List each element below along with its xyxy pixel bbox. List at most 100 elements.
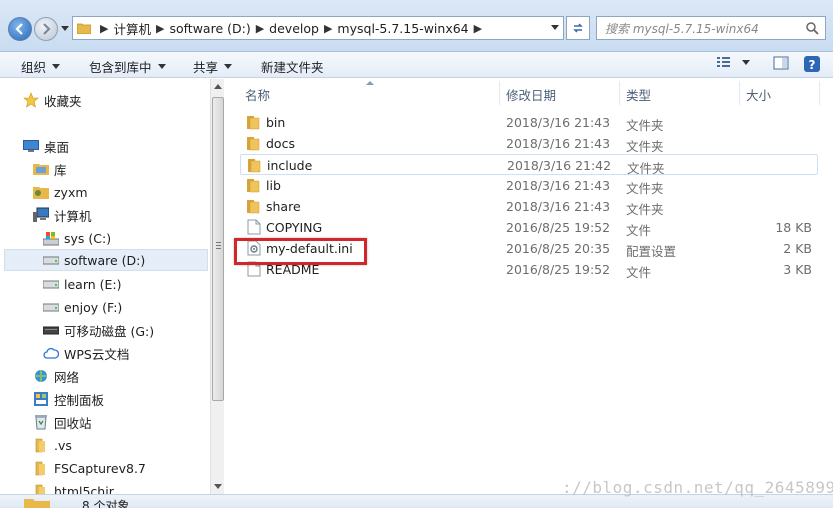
file-row-include[interactable]: include 2018/3/16 21:42 文件夹 [240,154,818,176]
nav-desktop[interactable]: 桌面 [22,135,69,157]
file-modified-date: 2018/3/16 21:43 [506,178,611,193]
nav-wps-cloud-label: WPS云文档 [64,346,130,362]
nav-wps-cloud[interactable]: WPS云文档 [42,342,129,364]
file-list: 名称 修改日期 类型 大小 bin 2018/3/16 21:43 文件夹 docs 2… [226,79,833,494]
nav-network[interactable]: 网络 [32,365,79,387]
control-panel-icon [32,391,50,407]
column-header-date[interactable]: 修改日期 [506,85,556,105]
status-item-count: 8 个对象 [82,499,130,508]
folder-icon [73,17,95,39]
address-field[interactable]: ▶ 计算机 ▶ software (D:) ▶ develop ▶ mysql-… [72,16,564,40]
file-type: 文件夹 [626,202,664,217]
nav-control-panel[interactable]: 控制面板 [32,388,104,410]
drive-icon [42,276,60,292]
chevron-right-icon[interactable]: ▶ [469,22,487,35]
include-in-library-button[interactable]: 包含到库中 [89,57,166,76]
sort-ascending-icon [366,81,374,85]
file-name[interactable]: share [266,199,301,214]
nav-drive-f[interactable]: enjoy (F:) [42,296,122,318]
file-row-share[interactable]: share 2018/3/16 21:43 文件夹 [240,196,818,217]
drive-icon [42,299,60,315]
column-divider[interactable] [819,81,820,105]
preview-pane-button[interactable] [773,55,789,71]
recent-pages-dropdown-icon[interactable] [61,26,69,31]
caret-down-icon [157,64,166,69]
navigation-scrollbar[interactable] [210,79,224,494]
view-options-button[interactable] [716,55,750,69]
organize-button[interactable]: 组织 [21,57,61,76]
file-size: 18 KB [775,220,812,235]
nav-drive-g[interactable]: 可移动磁盘 (G:) [42,319,154,341]
back-arrow-icon [15,23,23,35]
breadcrumb-mysql[interactable]: mysql-5.7.15-winx64 [337,21,468,36]
column-divider[interactable] [619,81,620,105]
column-divider[interactable] [499,81,500,105]
nav-drive-g-label: 可移动磁盘 (G:) [64,323,155,339]
column-header-name[interactable]: 名称 [245,85,270,105]
new-folder-button[interactable]: 新建文件夹 [261,57,324,76]
back-button[interactable] [8,17,32,41]
new-folder-label: 新建文件夹 [261,60,324,75]
navigation-pane: 收藏夹 桌面 库 zyxm 计算机 sys (C:) software (D:) [0,79,210,494]
recycle-bin-icon [32,414,50,430]
forward-button[interactable] [34,17,58,41]
nav-drive-c[interactable]: sys (C:) [42,227,111,249]
address-dropdown-icon[interactable] [551,25,559,30]
file-name[interactable]: lib [266,178,281,193]
column-divider[interactable] [739,81,740,105]
nav-computer[interactable]: 计算机 [32,204,92,226]
address-bar-row: ▶ 计算机 ▶ software (D:) ▶ develop ▶ mysql-… [0,0,833,52]
desktop-icon [22,138,40,154]
explorer-window: ▶ 计算机 ▶ software (D:) ▶ develop ▶ mysql-… [0,0,833,508]
share-button[interactable]: 共享 [193,57,233,76]
chevron-right-icon[interactable]: ▶ [251,22,269,35]
nav-recycle-bin[interactable]: 回收站 [32,411,92,433]
file-modified-date: 2016/8/25 19:52 [506,262,611,277]
nav-drive-c-label: sys (C:) [64,230,112,246]
file-modified-date: 2016/8/25 20:35 [506,241,611,256]
nav-libraries-label: 库 [54,162,67,178]
help-button[interactable]: ? [803,55,821,73]
search-input[interactable]: 搜索 mysql-5.7.15-winx64 [596,16,826,40]
watermark-text: ://blog.csdn.net/qq_26458993 [562,478,833,497]
file-name[interactable]: bin [266,115,285,130]
chevron-right-icon[interactable]: ▶ [151,22,169,35]
nav-favorites[interactable]: 收藏夹 [22,89,82,111]
file-row-docs[interactable]: docs 2018/3/16 21:43 文件夹 [240,133,818,154]
file-name[interactable]: include [267,158,312,173]
column-header-type[interactable]: 类型 [626,85,651,105]
scroll-down-icon[interactable] [214,484,222,489]
nav-user[interactable]: zyxm [32,181,88,203]
file-name[interactable]: docs [266,136,295,151]
nav-folder-vs[interactable]: .vs [32,434,72,456]
svg-text:?: ? [809,58,816,72]
chevron-right-icon[interactable]: ▶ [319,22,337,35]
folder-icon [32,437,50,453]
column-header-size[interactable]: 大小 [746,85,771,105]
chevron-right-icon[interactable]: ▶ [95,22,113,35]
library-icon [32,161,50,177]
nav-folder-fscapture[interactable]: FSCapturev8.7 [32,457,146,479]
scroll-up-icon[interactable] [214,84,222,89]
nav-libraries[interactable]: 库 [32,158,67,180]
folder-icon [32,483,50,494]
breadcrumb-drive-d[interactable]: software (D:) [169,21,250,36]
folder-icon [24,497,50,508]
breadcrumb-computer[interactable]: 计算机 [113,19,151,38]
file-row-copying[interactable]: COPYING 2016/8/25 19:52 文件 18 KB [240,217,818,238]
nav-folder-html5[interactable]: html5chir [32,480,114,494]
nav-drive-d[interactable]: software (D:) [4,249,208,271]
nav-drive-e[interactable]: learn (E:) [42,273,122,295]
file-row-lib[interactable]: lib 2018/3/16 21:43 文件夹 [240,175,818,196]
scrollbar-thumb[interactable] [212,97,224,401]
breadcrumb-develop[interactable]: develop [269,21,319,36]
file-name[interactable]: COPYING [266,220,322,235]
share-label: 共享 [193,60,219,75]
file-modified-date: 2018/3/16 21:43 [506,136,611,151]
search-icon[interactable] [805,21,819,35]
nav-favorites-label: 收藏夹 [44,93,82,109]
file-row-bin[interactable]: bin 2018/3/16 21:43 文件夹 [240,112,818,133]
refresh-button[interactable] [566,16,590,40]
nav-drive-f-label: enjoy (F:) [64,299,123,315]
file-modified-date: 2018/3/16 21:42 [507,158,612,173]
